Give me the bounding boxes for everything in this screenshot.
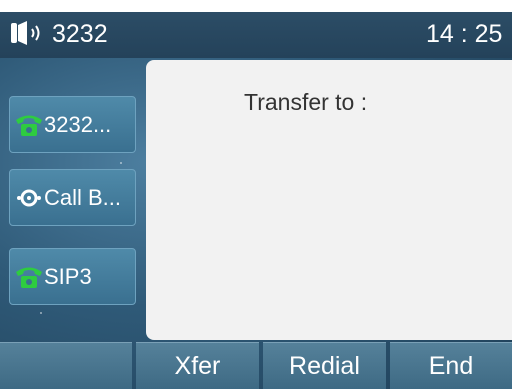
circle-dot-icon bbox=[17, 189, 41, 206]
softkey-redial[interactable]: Redial bbox=[262, 342, 386, 389]
line-key-sip3[interactable]: SIP3 bbox=[9, 248, 136, 305]
line-key-label: Call B... bbox=[44, 184, 122, 210]
background-speck bbox=[120, 162, 122, 164]
softkey-bar: Xfer Redial End bbox=[0, 342, 512, 389]
line-key-label: SIP3 bbox=[44, 263, 92, 289]
clock: 14 : 25 bbox=[426, 20, 503, 48]
status-bar: 3232 14 : 25 bbox=[0, 12, 512, 58]
phone-screen: 3232 14 : 25 3232... Call B... SIP3 Tran… bbox=[0, 12, 512, 389]
softkey-xfer[interactable]: Xfer bbox=[135, 342, 259, 389]
dialog-title: Transfer to : bbox=[244, 89, 368, 115]
account-number: 3232 bbox=[52, 20, 108, 48]
softkey-empty[interactable] bbox=[0, 342, 132, 389]
phone-icon bbox=[16, 115, 42, 136]
transfer-dialog: Transfer to : bbox=[146, 60, 512, 340]
softkey-end[interactable]: End bbox=[389, 342, 512, 389]
speaker-icon bbox=[11, 21, 40, 45]
line-key-account[interactable]: 3232... bbox=[9, 96, 136, 153]
background-speck bbox=[40, 312, 42, 314]
phone-icon bbox=[16, 267, 42, 288]
line-key-call-back[interactable]: Call B... bbox=[9, 169, 136, 226]
line-key-label: 3232... bbox=[44, 111, 112, 137]
